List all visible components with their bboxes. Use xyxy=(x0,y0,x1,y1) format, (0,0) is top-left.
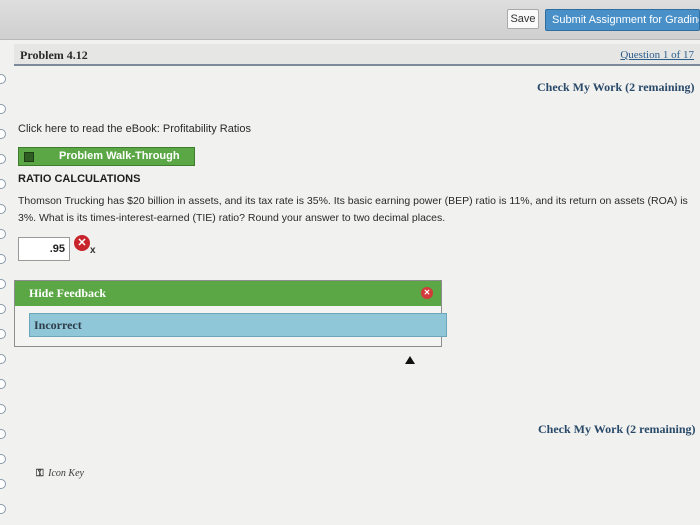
icon-key-link[interactable]: ⚿ Icon Key xyxy=(36,468,84,479)
icon-key-label: Icon Key xyxy=(48,468,84,479)
gutter-marker-icon xyxy=(0,454,6,464)
gutter-marker-icon xyxy=(0,104,6,114)
question-nav-link[interactable]: Question 1 of 17 xyxy=(620,49,694,61)
problem-walkthrough-button[interactable]: Problem Walk-Through xyxy=(18,147,195,166)
feedback-body: Incorrect xyxy=(29,313,447,337)
film-icon xyxy=(24,152,34,162)
gutter-marker-icon xyxy=(0,329,6,339)
feedback-panel: Hide Feedback ✕ Incorrect xyxy=(14,280,447,347)
feedback-status: Incorrect xyxy=(34,318,82,332)
gutter-marker-icon xyxy=(0,229,6,239)
gutter-marker-icon xyxy=(0,429,6,439)
gutter-marker-icon xyxy=(0,154,6,164)
close-icon[interactable]: ✕ xyxy=(421,287,433,299)
gutter-marker-icon xyxy=(0,504,6,514)
feedback-header[interactable]: Hide Feedback ✕ xyxy=(15,281,441,306)
problem-header: Problem 4.12 Question 1 of 17 xyxy=(14,44,700,66)
key-icon: ⚿ xyxy=(36,468,44,479)
section-heading: RATIO CALCULATIONS xyxy=(18,173,141,185)
gutter-marker-icon xyxy=(0,404,6,414)
mouse-cursor-icon xyxy=(405,356,415,364)
gutter-marker-icon xyxy=(0,74,6,84)
gutter-marker-icon xyxy=(0,379,6,389)
gutter-marker-icon xyxy=(0,254,6,264)
hide-feedback-toggle[interactable]: Hide Feedback xyxy=(29,286,106,301)
ebook-link[interactable]: Click here to read the eBook: Profitabil… xyxy=(18,123,251,135)
gutter-marker-icon xyxy=(0,304,6,314)
gutter-marker-icon xyxy=(0,354,6,364)
walkthrough-label: Problem Walk-Through xyxy=(59,150,180,162)
save-button[interactable]: Save xyxy=(507,9,539,29)
question-text: Thomson Trucking has $20 billion in asse… xyxy=(18,195,688,224)
gutter-marker-icon xyxy=(0,479,6,489)
gutter-marker-icon xyxy=(0,129,6,139)
gutter-marker-icon xyxy=(0,179,6,189)
assignment-page: Problem 4.12 Question 1 of 17 Check My W… xyxy=(0,40,700,525)
top-toolbar: Save Submit Assignment for Grading xyxy=(0,0,700,40)
answer-input[interactable]: .95 xyxy=(18,237,70,261)
incorrect-icon: ✕ xyxy=(74,235,90,251)
problem-title: Problem 4.12 xyxy=(20,48,88,62)
gutter-marker-icon xyxy=(0,279,6,289)
left-gutter xyxy=(0,66,10,525)
submit-assignment-button[interactable]: Submit Assignment for Grading xyxy=(545,9,700,31)
gutter-marker-icon xyxy=(0,204,6,214)
incorrect-mark: x xyxy=(90,245,96,256)
check-my-work-link-top[interactable]: Check My Work (2 remaining) xyxy=(537,80,695,95)
check-my-work-link-bottom[interactable]: Check My Work (2 remaining) xyxy=(538,422,696,437)
